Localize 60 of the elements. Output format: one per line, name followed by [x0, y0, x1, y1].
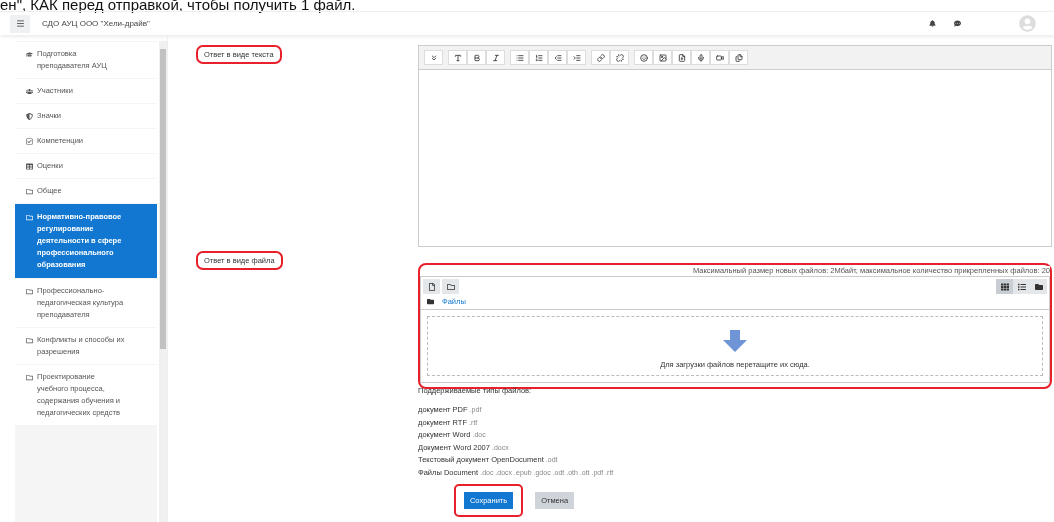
grid-view-icon — [1000, 282, 1009, 291]
folder-view-icon — [1034, 282, 1043, 291]
file-icon — [427, 282, 436, 291]
microphone-button[interactable] — [691, 50, 710, 65]
font-icon — [453, 53, 462, 62]
list-view-icon — [1017, 282, 1026, 291]
link-button[interactable] — [591, 50, 610, 65]
unlink-button[interactable] — [610, 50, 629, 65]
down-arrow-icon — [723, 330, 747, 352]
menu-button[interactable] — [10, 14, 30, 33]
add-file-button[interactable] — [423, 279, 440, 294]
emoji-button[interactable] — [634, 50, 653, 65]
scrollbar[interactable] — [159, 41, 167, 522]
files-button[interactable] — [729, 50, 748, 65]
image-button[interactable] — [653, 50, 672, 65]
folder-icon — [427, 298, 434, 305]
files-icon — [734, 53, 743, 62]
checkbox-icon — [26, 137, 33, 145]
folder-icon — [26, 336, 33, 344]
indent-icon — [572, 53, 581, 62]
chat-icon[interactable] — [954, 20, 961, 27]
media-file-icon — [677, 53, 686, 62]
numbered-list-icon — [534, 53, 543, 62]
site-title: СДО АУЦ ООО "Хели-драйв" — [42, 19, 151, 28]
emoji-icon — [639, 53, 648, 62]
expand-icon — [429, 53, 438, 62]
table-icon — [26, 162, 33, 170]
numbered-list-button[interactable] — [529, 50, 548, 65]
outdent-icon — [553, 53, 562, 62]
menu-icon — [15, 19, 25, 28]
bold-icon — [472, 53, 481, 62]
folder-icon — [26, 287, 33, 295]
media-file-button[interactable] — [672, 50, 691, 65]
create-folder-button[interactable] — [442, 279, 459, 294]
grid-view-button[interactable] — [996, 279, 1013, 294]
unlink-icon — [615, 53, 624, 62]
bell-icon[interactable] — [929, 20, 936, 27]
bullet-list-button[interactable] — [510, 50, 529, 65]
video-camera-button[interactable] — [710, 50, 729, 65]
link-icon — [596, 53, 605, 62]
list-view-button[interactable] — [1013, 279, 1030, 294]
indent-button[interactable] — [567, 50, 586, 65]
folder-icon — [446, 282, 455, 291]
bold-button[interactable] — [467, 50, 486, 65]
microphone-icon — [696, 53, 705, 62]
folder-view-button[interactable] — [1030, 279, 1047, 294]
image-icon — [658, 53, 667, 62]
folder-icon — [26, 373, 33, 381]
outdent-button[interactable] — [548, 50, 567, 65]
font-button[interactable] — [448, 50, 467, 65]
folder-icon — [26, 213, 33, 221]
shield-icon — [26, 112, 33, 120]
graduation-cap-icon — [26, 50, 33, 58]
folder-icon — [26, 187, 33, 195]
italic-button[interactable] — [486, 50, 505, 65]
users-icon — [26, 87, 33, 95]
italic-icon — [491, 53, 500, 62]
video-camera-icon — [715, 53, 724, 62]
expand-button[interactable] — [424, 50, 443, 65]
bullet-list-icon — [515, 53, 524, 62]
